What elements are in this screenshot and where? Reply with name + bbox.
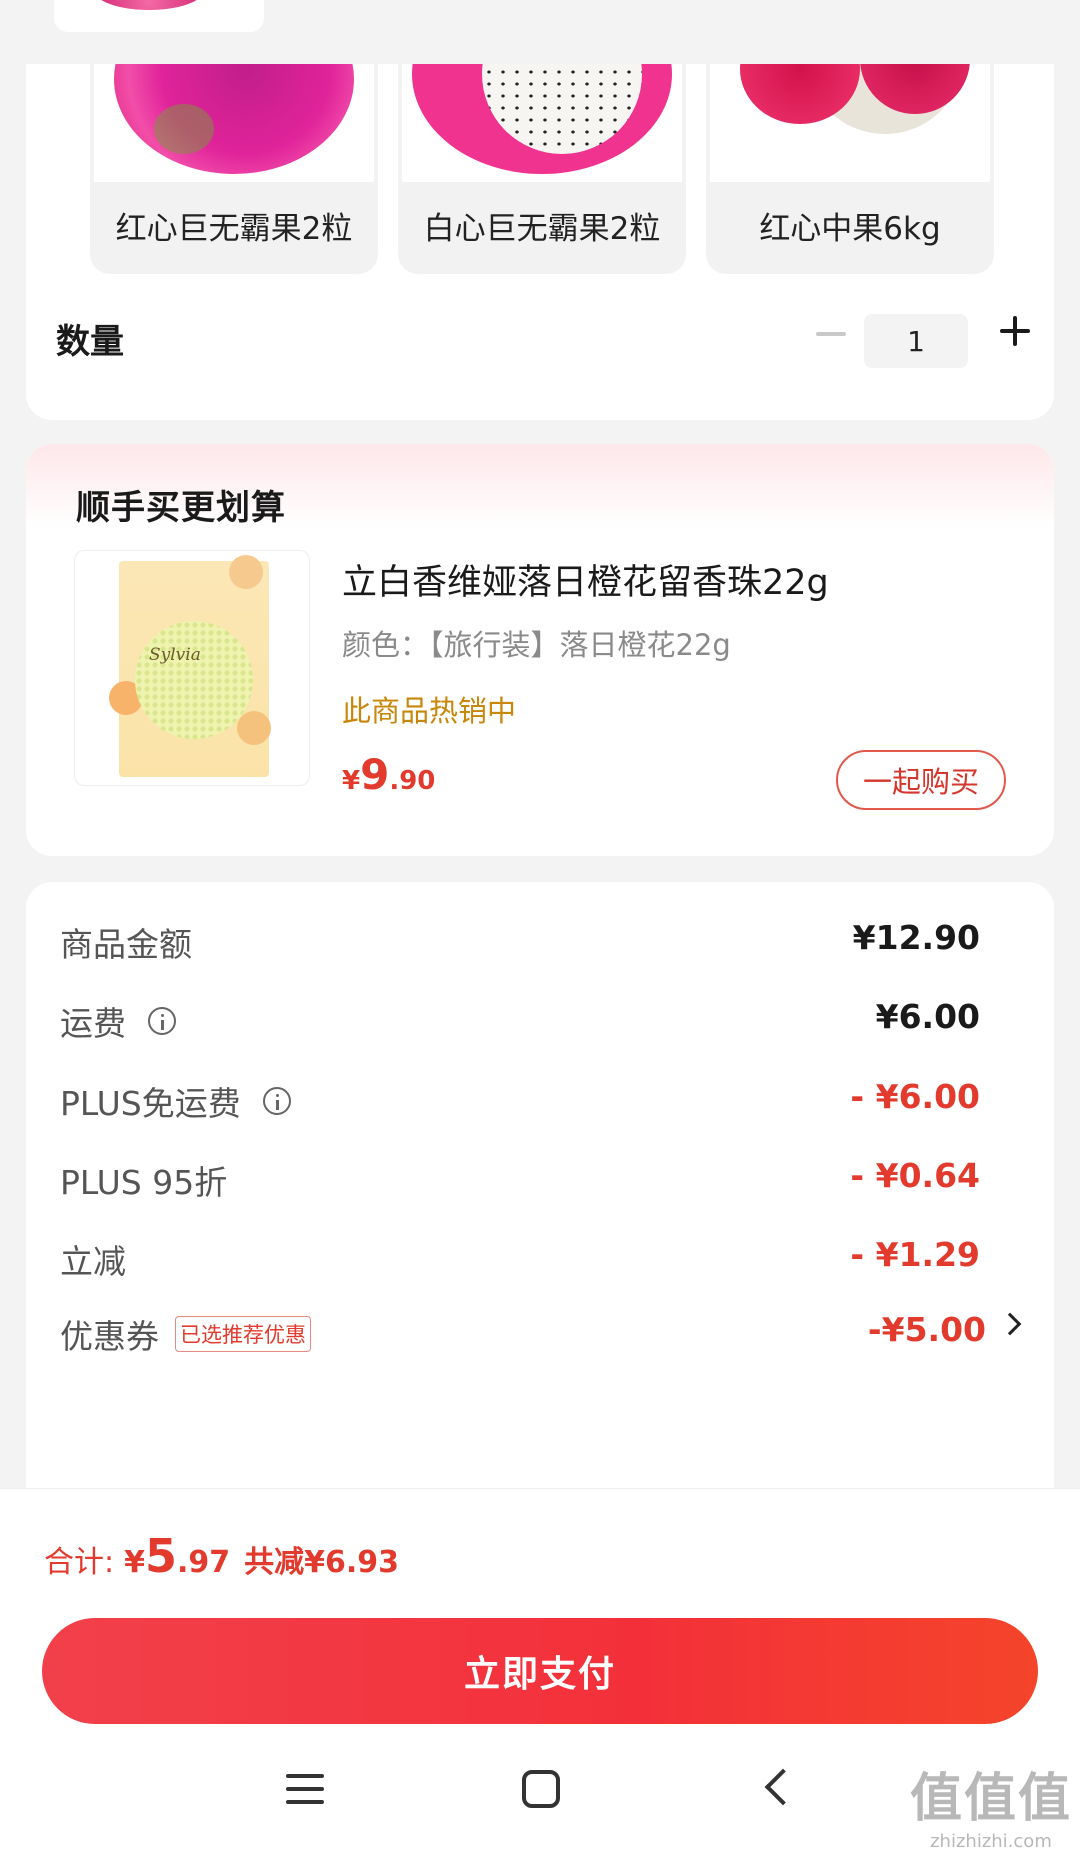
spec-options: 红心巨无霸果2粒 白心巨无霸果2粒 红心中果6kg <box>90 64 1034 274</box>
spec-option-white-giant[interactable]: 白心巨无霸果2粒 <box>398 64 686 274</box>
home-icon[interactable] <box>522 1770 560 1808</box>
pay-now-button[interactable]: 立即支付 <box>42 1618 1038 1724</box>
info-icon[interactable] <box>262 1087 291 1115</box>
info-icon[interactable] <box>148 1007 176 1035</box>
summary-label: 优惠券 <box>60 1317 159 1356</box>
summary-value: ¥6.00 <box>875 997 980 1036</box>
watermark: 值值值 zhizhizhi.com <box>909 1769 1072 1852</box>
red-giant-fruit-image <box>94 64 374 182</box>
summary-label: 立减 <box>60 1242 126 1281</box>
red-medium-fruit-image <box>710 64 990 182</box>
spec-option-label: 白心巨无霸果2粒 <box>423 211 661 247</box>
bundle-product-price: ¥9.90 <box>342 750 436 799</box>
coupon-tag: 已选推荐优惠 <box>175 1316 311 1352</box>
spec-card: 红心巨无霸果2粒 白心巨无霸果2粒 红心中果6kg 数量 1 <box>26 64 1054 420</box>
total-label: 合计: <box>44 1545 115 1580</box>
order-total: 合计: ¥5.97 共减¥6.93 <box>44 1529 400 1583</box>
bundle-product-image[interactable]: Sylvia <box>74 550 310 786</box>
white-giant-fruit-image <box>402 64 682 182</box>
spec-option-red-giant[interactable]: 红心巨无霸果2粒 <box>90 64 378 274</box>
quantity-input[interactable]: 1 <box>864 314 968 368</box>
spec-option-red-medium[interactable]: 红心中果6kg <box>706 64 994 274</box>
chevron-right-icon[interactable] <box>998 1312 1022 1336</box>
back-icon[interactable] <box>764 1768 802 1806</box>
bundle-product-color: 颜色：【旅行装】落日橙花22g <box>342 628 731 662</box>
summary-label: 商品金额 <box>60 925 192 964</box>
total-bar: 合计: ¥5.97 共减¥6.93 <box>0 1488 1080 1604</box>
summary-value: ¥12.90 <box>852 918 980 957</box>
package-brand-text: Sylvia <box>149 645 201 665</box>
previous-option-thumbnail[interactable] <box>54 0 264 32</box>
summary-label: PLUS免运费 <box>60 1084 241 1123</box>
dragon-fruit-image <box>94 0 204 10</box>
summary-value: - ¥1.29 <box>850 1235 980 1274</box>
summary-label: 运费 <box>60 1004 126 1043</box>
bundle-card: 顺手买更划算 Sylvia 立白香维娅落日橙花留香珠22g 颜色：【旅行装】落日… <box>26 444 1054 856</box>
bundle-title: 顺手买更划算 <box>76 488 286 528</box>
summary-row-coupon[interactable]: 优惠券 已选推荐优惠 -¥5.00 <box>26 1302 1054 1362</box>
summary-row-plus-discount: PLUS 95折 - ¥0.64 <box>26 1148 1054 1208</box>
summary-label: PLUS 95折 <box>60 1163 228 1202</box>
summary-row-goods-amount: 商品金额 ¥12.90 <box>26 910 1054 970</box>
buy-together-button[interactable]: 一起购买 <box>836 750 1006 810</box>
summary-row-instant-discount: 立减 - ¥1.29 <box>26 1227 1054 1287</box>
quantity-minus-button[interactable] <box>816 332 846 336</box>
bundle-product-name[interactable]: 立白香维娅落日橙花留香珠22g <box>342 554 829 605</box>
price-summary-card: 商品金额 ¥12.90 运费 ¥6.00 PLUS免运费 - ¥6.00 PLU… <box>26 882 1054 1502</box>
spec-option-label: 红心中果6kg <box>759 211 941 247</box>
spec-option-label: 红心巨无霸果2粒 <box>115 211 353 247</box>
bundle-hot-text: 此商品热销中 <box>342 694 517 728</box>
total-saved: 共减¥6.93 <box>244 1545 400 1580</box>
recent-apps-icon[interactable] <box>286 1772 324 1806</box>
product-package: Sylvia <box>109 555 271 777</box>
summary-value: -¥5.00 <box>867 1310 986 1349</box>
summary-row-shipping: 运费 ¥6.00 <box>26 989 1054 1049</box>
summary-row-plus-free-shipping: PLUS免运费 - ¥6.00 <box>26 1069 1054 1129</box>
quantity-plus-button[interactable] <box>1000 316 1030 346</box>
summary-value: - ¥0.64 <box>850 1156 980 1195</box>
quantity-label: 数量 <box>56 322 124 362</box>
summary-value: - ¥6.00 <box>850 1077 980 1116</box>
